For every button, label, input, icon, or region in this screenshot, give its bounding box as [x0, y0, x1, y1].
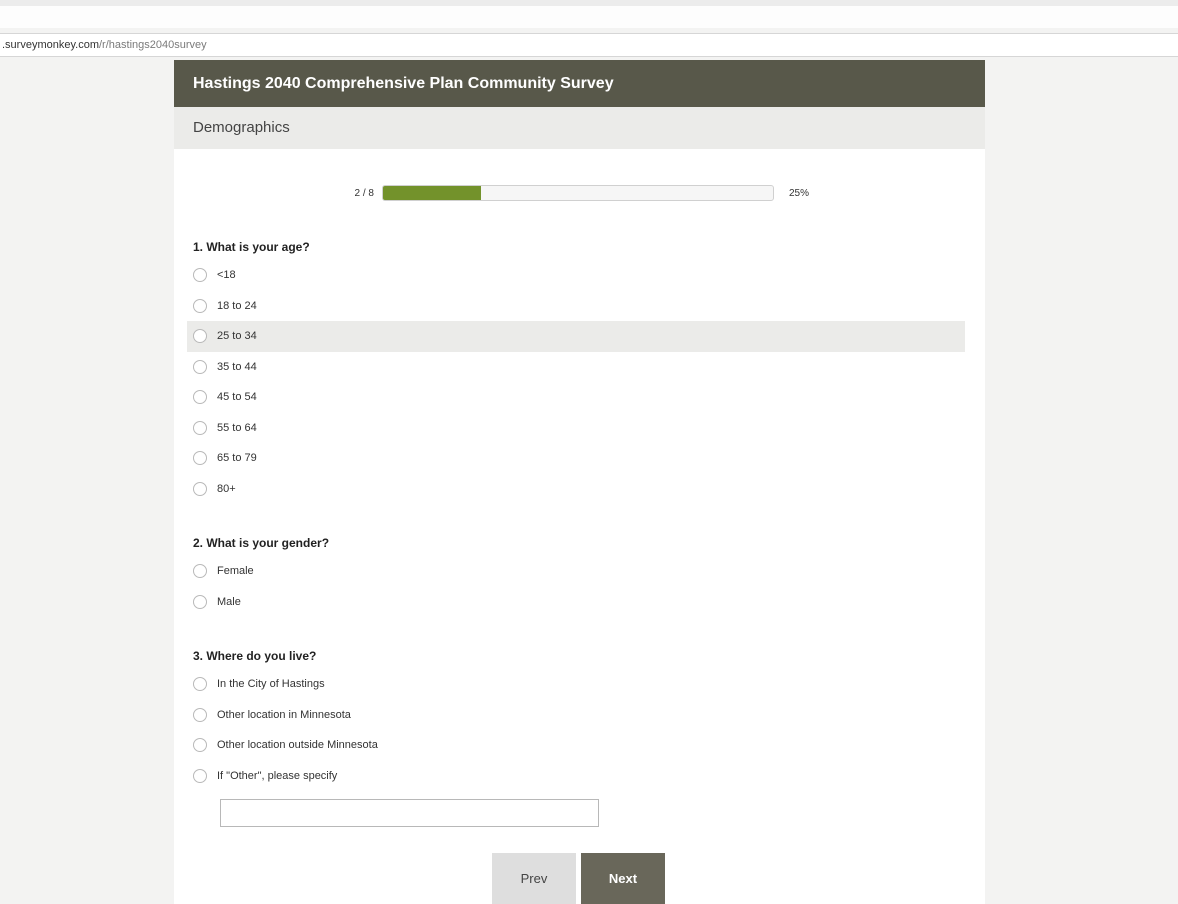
option-45-54[interactable]: 45 to 54 [187, 382, 965, 413]
question-gender: 2. What is your gender? Female Male [193, 533, 971, 617]
option-label: Female [217, 565, 254, 578]
option-label: 55 to 64 [217, 421, 257, 434]
question-title: 1. What is your age? [193, 240, 310, 254]
option-label: <18 [217, 269, 236, 282]
radio-button[interactable] [193, 268, 207, 283]
option-male[interactable]: Male [187, 587, 965, 618]
progress-bar [382, 185, 774, 201]
question-age: 1. What is your age? <18 18 to 24 25 to … [187, 237, 971, 504]
option-label: 25 to 34 [217, 330, 257, 343]
radio-button[interactable] [193, 420, 207, 435]
option-65-79[interactable]: 65 to 79 [187, 443, 965, 474]
radio-button[interactable] [193, 329, 207, 344]
radio-button[interactable] [193, 707, 207, 722]
radio-button[interactable] [193, 451, 207, 466]
option-under-18[interactable]: <18 [187, 260, 965, 291]
option-city-of-hastings[interactable]: In the City of Hastings [187, 669, 965, 700]
option-label: In the City of Hastings [217, 678, 325, 691]
radio-button[interactable] [193, 738, 207, 753]
option-other-specify[interactable]: If "Other", please specify [187, 761, 965, 792]
option-80-plus[interactable]: 80+ [187, 474, 965, 505]
url-path: /r/hastings2040survey [99, 39, 207, 51]
url-domain: .surveymonkey.com [2, 39, 99, 51]
question-residence: 3. Where do you live? In the City of Has… [193, 646, 971, 791]
other-location-input[interactable] [220, 799, 599, 827]
option-label: 18 to 24 [217, 299, 257, 312]
option-label: 35 to 44 [217, 360, 257, 373]
option-outside-minnesota[interactable]: Other location outside Minnesota [187, 730, 965, 761]
radio-button[interactable] [193, 390, 207, 405]
address-bar[interactable]: .surveymonkey.com/r/hastings2040survey [0, 33, 1178, 57]
browser-top-strip [0, 0, 1178, 28]
radio-button[interactable] [193, 481, 207, 496]
option-18-24[interactable]: 18 to 24 [187, 291, 965, 322]
option-label: Other location outside Minnesota [217, 739, 378, 752]
option-label: Male [217, 595, 241, 608]
tab-strip-shadow [0, 0, 1178, 6]
next-button[interactable]: Next [581, 853, 665, 904]
page-title: Demographics [174, 107, 985, 149]
radio-button[interactable] [193, 768, 207, 783]
progress-count: 2 / 8 [354, 188, 374, 199]
option-female[interactable]: Female [187, 556, 965, 587]
progress-indicator: 2 / 8 25% [174, 184, 985, 204]
radio-button[interactable] [193, 298, 207, 313]
radio-button[interactable] [193, 594, 207, 609]
option-label: Other location in Minnesota [217, 708, 351, 721]
option-55-64[interactable]: 55 to 64 [187, 413, 965, 444]
survey-title: Hastings 2040 Comprehensive Plan Communi… [174, 60, 985, 107]
option-label: If "Other", please specify [217, 769, 338, 782]
question-title: 2. What is your gender? [193, 536, 330, 550]
question-title: 3. Where do you live? [193, 649, 317, 663]
progress-fill [383, 186, 481, 200]
progress-percent: 25% [789, 188, 810, 199]
option-label: 80+ [217, 482, 236, 495]
radio-button[interactable] [193, 359, 207, 374]
radio-button[interactable] [193, 564, 207, 579]
option-35-44[interactable]: 35 to 44 [187, 352, 965, 383]
prev-button[interactable]: Prev [492, 853, 576, 904]
option-25-34[interactable]: 25 to 34 [187, 321, 965, 352]
survey-container: Hastings 2040 Comprehensive Plan Communi… [174, 60, 985, 904]
option-label: 45 to 54 [217, 391, 257, 404]
option-label: 65 to 79 [217, 452, 257, 465]
radio-button[interactable] [193, 677, 207, 692]
option-other-minnesota[interactable]: Other location in Minnesota [187, 700, 965, 731]
